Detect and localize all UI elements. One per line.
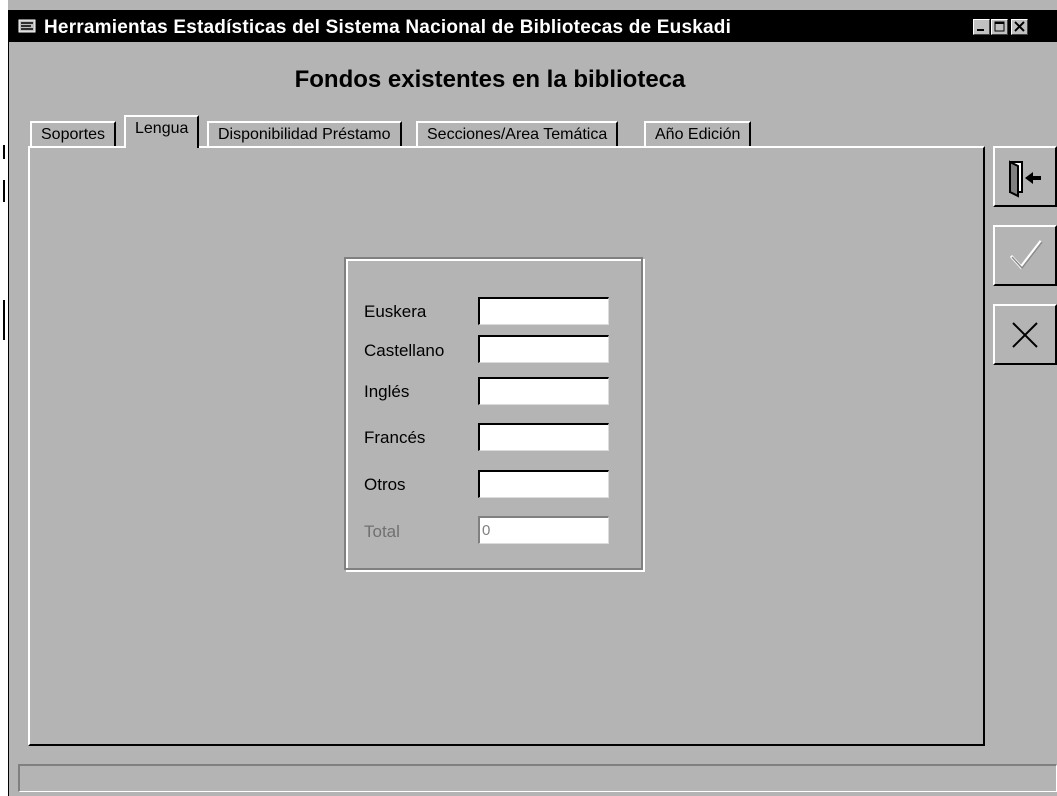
window-left-edge [0, 0, 8, 796]
title-bar[interactable]: Herramientas Estadísticas del Sistema Na… [8, 10, 1057, 42]
frances-field[interactable] [478, 423, 609, 451]
status-bar [18, 764, 1057, 792]
close-button[interactable] [1011, 19, 1028, 35]
page-title: Fondos existentes en la biblioteca [294, 66, 686, 93]
maximize-icon [992, 21, 1007, 37]
castellano-field[interactable] [478, 335, 609, 363]
edge-mark [3, 180, 5, 202]
label-castellano: Castellano [364, 341, 445, 360]
window-left-border [8, 42, 9, 796]
label-euskera: Euskera [364, 302, 427, 321]
otros-field[interactable] [478, 470, 609, 498]
label-otros: Otros [364, 475, 406, 494]
minimize-button[interactable] [973, 19, 990, 35]
label-total: Total [364, 522, 400, 541]
app-icon[interactable] [18, 18, 36, 34]
minimize-icon [974, 23, 989, 37]
tab-ano-edicion[interactable]: Año Edición [644, 121, 752, 147]
euskera-field[interactable] [478, 297, 609, 325]
edge-mark [3, 145, 5, 159]
main-window: Herramientas Estadísticas del Sistema Na… [0, 0, 1057, 796]
label-frances: Francés [364, 428, 426, 447]
cancel-button[interactable] [993, 304, 1057, 365]
maximize-button[interactable] [991, 19, 1008, 35]
accept-button[interactable] [993, 225, 1057, 286]
tab-lengua[interactable]: Lengua [124, 115, 200, 148]
close-icon [1012, 21, 1027, 37]
tab-disponibilidad-prestamo[interactable]: Disponibilidad Préstamo [207, 121, 402, 147]
label-ingles: Inglés [364, 382, 410, 401]
window-title: Herramientas Estadísticas del Sistema Na… [44, 17, 732, 38]
edge-mark [3, 300, 5, 340]
total-field [478, 516, 609, 544]
tab-soportes[interactable]: Soportes [30, 121, 117, 147]
exit-button[interactable] [993, 146, 1057, 207]
tab-secciones-area-tematica[interactable]: Secciones/Area Temática [416, 121, 619, 147]
ingles-field[interactable] [478, 377, 609, 405]
